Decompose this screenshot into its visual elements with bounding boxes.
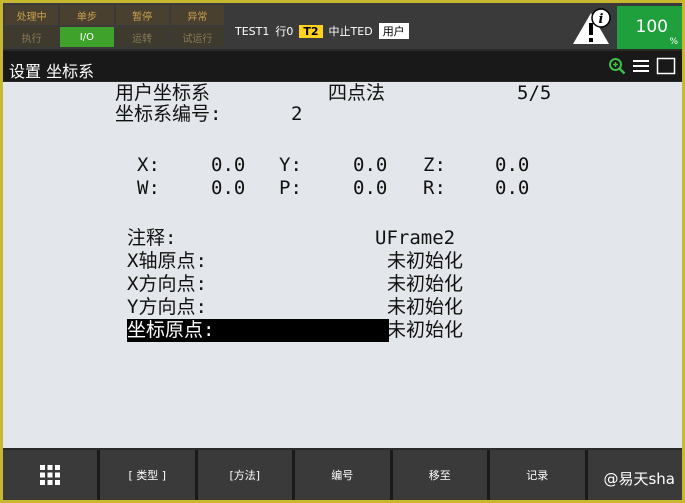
coord-r-value: 0.0 [495, 177, 530, 199]
x-axis-origin-value: 未初始化 [387, 250, 464, 272]
maximize-icon[interactable] [656, 57, 676, 75]
function-key-bar: [ 类型 ] [方法] 编号 移至 记录 [3, 450, 682, 500]
coord-p-value: 0.0 [353, 177, 388, 199]
y-direction-point-value: 未初始化 [387, 296, 464, 318]
status-run: 执行 [5, 27, 59, 47]
frame-number-label: 坐标系编号: [115, 103, 222, 125]
next-menu-button[interactable] [3, 450, 97, 500]
coord-p-label: P: [279, 177, 302, 199]
override-value: 100 [635, 17, 668, 37]
coord-w-value: 0.0 [211, 177, 246, 199]
screen-title-bar: 设置 坐标系 [3, 51, 682, 81]
status-step: 单步 [60, 5, 114, 25]
title-icons [608, 57, 676, 75]
x-direction-point-value: 未初始化 [387, 273, 464, 295]
status-busy: 处理中 [5, 5, 59, 25]
override-display[interactable]: 100 % [617, 6, 682, 49]
status-prod: 运转 [115, 27, 169, 47]
page-indicator: 5/5 [517, 82, 552, 104]
coord-x-value: 0.0 [211, 154, 246, 176]
zoom-in-icon[interactable] [608, 57, 626, 75]
frame-type-label: 用户坐标系 [115, 82, 211, 104]
frame-origin-label[interactable]: 坐标原点: [127, 319, 214, 341]
grid-menu-icon [40, 465, 60, 485]
frame-number-value: 2 [291, 103, 303, 125]
alert-info-icon[interactable]: i [569, 7, 613, 47]
status-indicator-grid: 处理中 单步 暂停 异常 执行 I/O 运转 试运行 [3, 3, 226, 49]
program-line: 行0 [275, 25, 294, 38]
coord-z-label: Z: [423, 154, 446, 176]
comment-label: 注释: [127, 227, 177, 249]
program-name: TEST1 [235, 24, 270, 38]
status-bar: 处理中 单步 暂停 异常 执行 I/O 运转 试运行 TEST1 行0 T2 中… [3, 3, 682, 49]
number-button[interactable]: 编号 [295, 450, 390, 500]
mode-badge: T2 [299, 24, 323, 38]
user-badge: 用户 [378, 23, 409, 39]
record-button[interactable]: 记录 [490, 450, 585, 500]
status-hold: 暂停 [115, 5, 169, 25]
program-info: TEST1 行0 T2 中止TED 用户 [235, 23, 409, 39]
status-tcyc: 试运行 [170, 27, 224, 47]
move-to-button[interactable]: 移至 [392, 450, 487, 500]
coord-y-label: Y: [279, 154, 302, 176]
menu-icon[interactable] [632, 58, 650, 74]
status-io: I/O [60, 27, 114, 47]
program-state: 中止TED [328, 25, 373, 38]
coord-r-label: R: [423, 177, 446, 199]
watermark: @易天sha [603, 470, 675, 488]
svg-text:i: i [599, 12, 604, 27]
teach-method-label: 四点法 [328, 82, 386, 104]
x-axis-origin-label[interactable]: X轴原点: [127, 250, 207, 272]
screen-title: 设置 坐标系 [9, 62, 95, 81]
y-direction-point-label[interactable]: Y方向点: [127, 296, 207, 318]
frame-origin-value: 未初始化 [387, 319, 464, 341]
coord-x-label: X: [137, 154, 160, 176]
type-button[interactable]: [ 类型 ] [100, 450, 195, 500]
coord-w-label: W: [137, 177, 160, 199]
status-fault: 异常 [170, 5, 224, 25]
override-unit: % [669, 37, 678, 47]
coord-y-value: 0.0 [353, 154, 388, 176]
x-direction-point-label[interactable]: X方向点: [127, 273, 207, 295]
frame-setup-panel: 用户坐标系 四点法 5/5 坐标系编号: 2 X: 0.0 Y: 0.0 Z: … [3, 82, 682, 448]
coord-z-value: 0.0 [495, 154, 530, 176]
method-button[interactable]: [方法] [197, 450, 292, 500]
comment-value[interactable]: UFrame2 [375, 227, 455, 249]
